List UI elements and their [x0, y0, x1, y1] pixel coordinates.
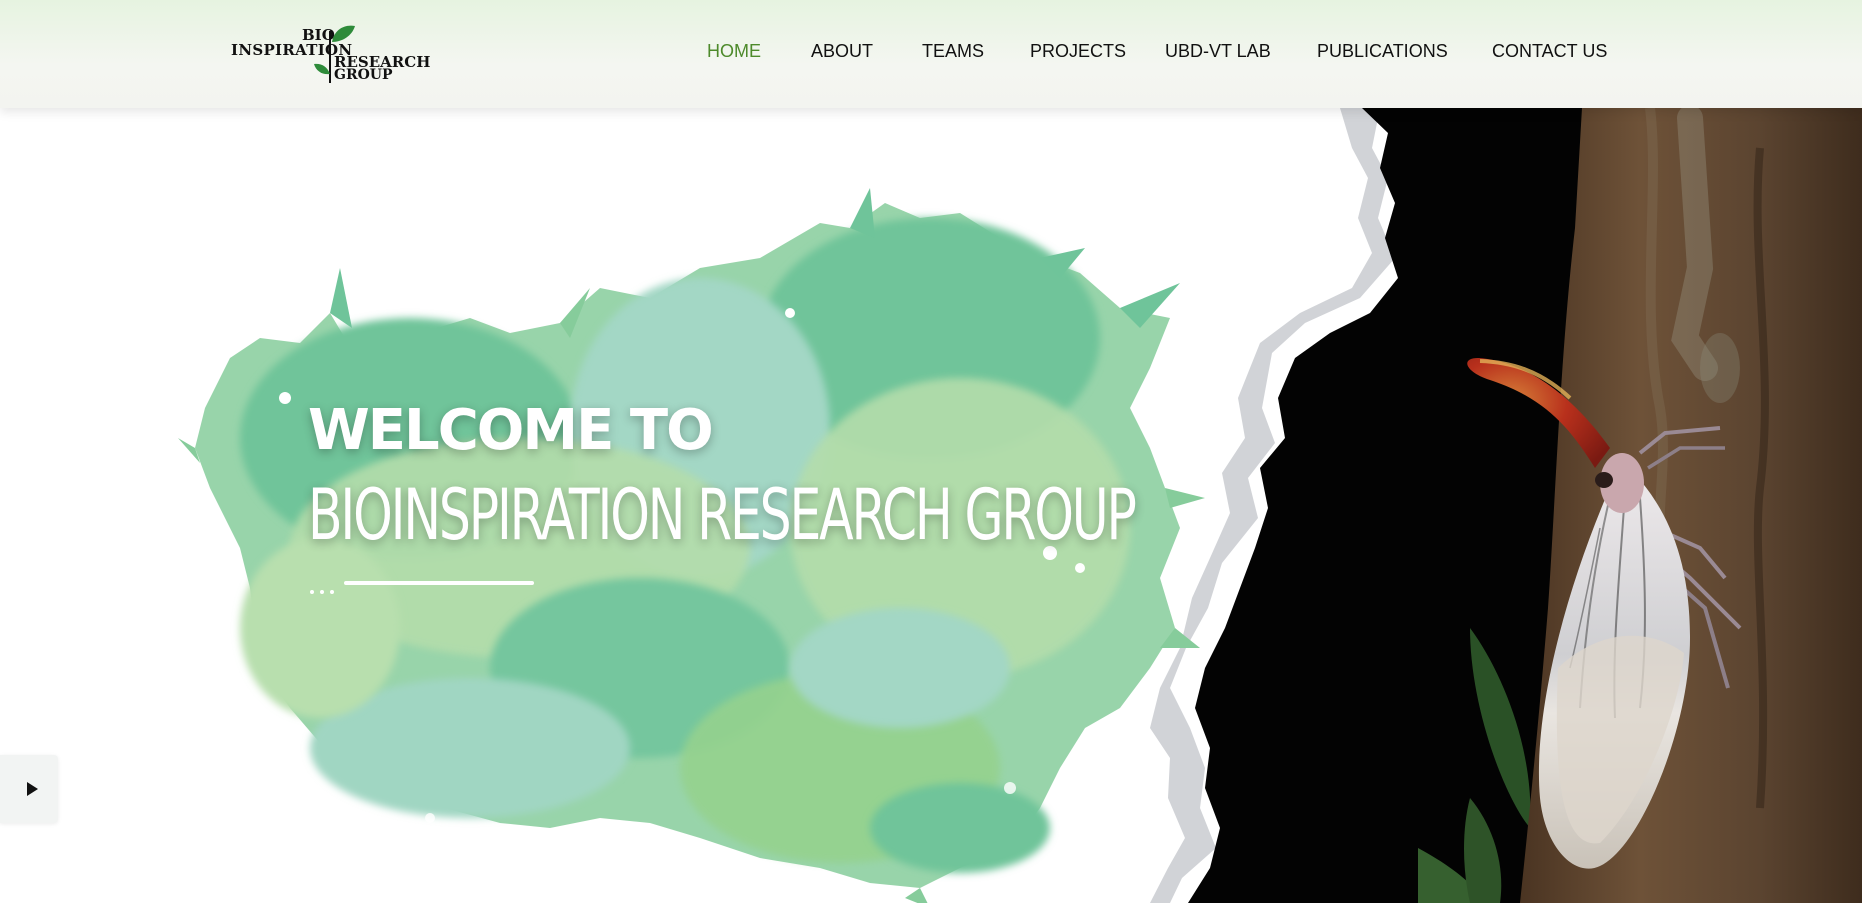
nav-contact-us[interactable]: CONTACT US	[1492, 41, 1607, 62]
nav-publications[interactable]: PUBLICATIONS	[1317, 41, 1448, 62]
site-logo[interactable]: BIO INSPIRATION RESEARCH GROUP	[228, 22, 430, 86]
nav-home[interactable]: HOME	[707, 41, 761, 62]
logo-leaf-icon	[332, 25, 355, 42]
hero-divider-dots	[310, 581, 340, 599]
play-icon	[27, 782, 38, 796]
nav-about[interactable]: ABOUT	[811, 41, 873, 62]
hero-divider-line	[344, 581, 534, 585]
logo-leaf-icon	[314, 63, 330, 75]
site-header: BIO INSPIRATION RESEARCH GROUP HOME ABOU…	[0, 0, 1862, 108]
nav-projects[interactable]: PROJECTS	[1030, 41, 1126, 62]
logo-text-group: GROUP	[334, 67, 393, 83]
nav-ubd-vt-lab[interactable]: UBD-VT LAB	[1165, 41, 1271, 62]
nav-teams[interactable]: TEAMS	[922, 41, 984, 62]
hero-group-name-heading: BIOINSPIRATION RESEARCH GROUP	[308, 474, 1137, 556]
hero-welcome-heading: WELCOME TO	[308, 398, 714, 463]
hero-section: WELCOME TO BIOINSPIRATION RESEARCH GROUP	[0, 108, 1862, 903]
play-button[interactable]	[0, 755, 58, 823]
